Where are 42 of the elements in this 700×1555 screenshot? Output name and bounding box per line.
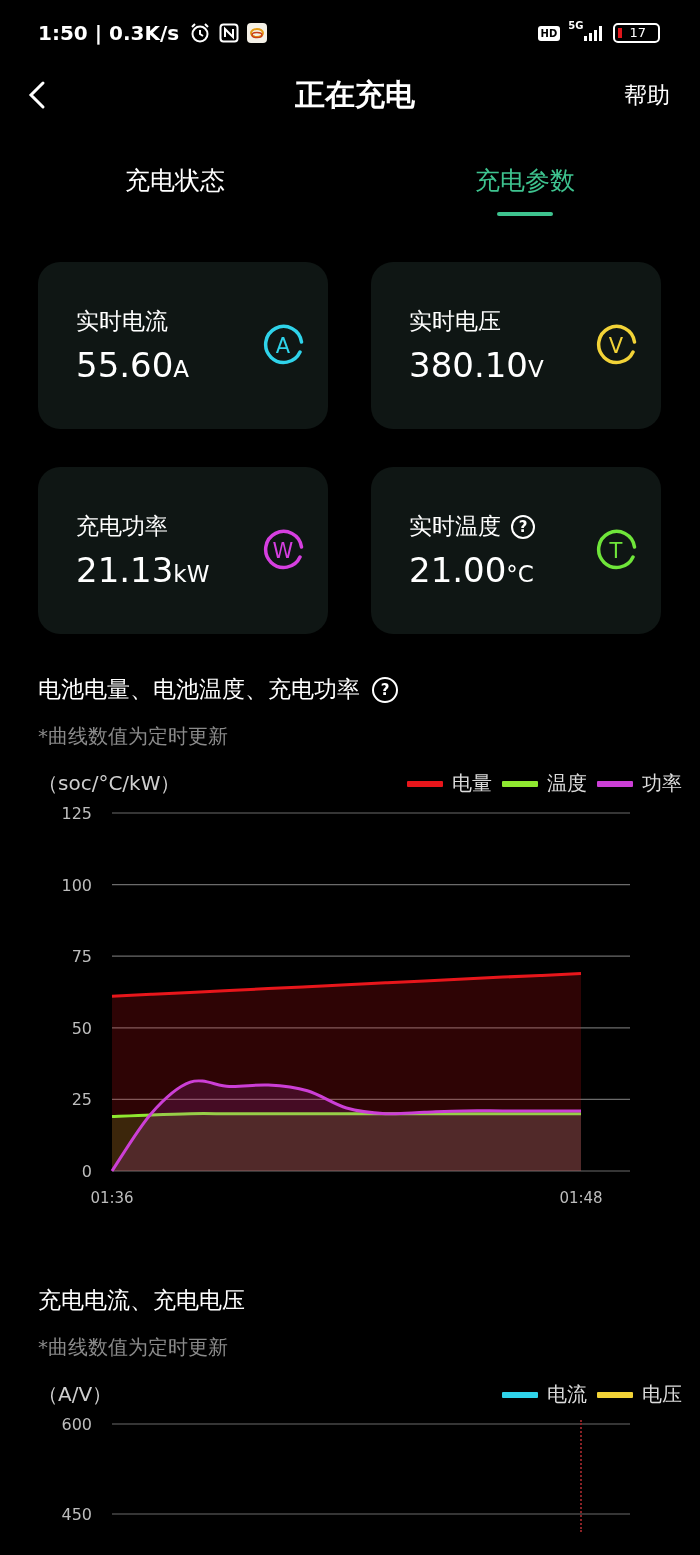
y-tick-label: 450 xyxy=(61,1505,92,1524)
network-label: 5G xyxy=(568,20,584,31)
back-icon[interactable] xyxy=(28,80,46,110)
nfc-icon xyxy=(219,23,240,43)
app-icon xyxy=(247,23,268,43)
metric-label: 实时电压 xyxy=(409,307,501,336)
metric-label: 实时温度 xyxy=(409,512,501,541)
help-icon[interactable]: ? xyxy=(511,514,535,539)
legend-label: 电流 xyxy=(547,1381,587,1408)
help-link[interactable]: 帮助 xyxy=(624,79,670,111)
metric-value: 380.10V xyxy=(409,345,544,385)
tab[interactable]: 充电参数 xyxy=(350,132,700,232)
x-tick-label: 01:36 xyxy=(90,1189,134,1207)
page-title: 正在充电 xyxy=(295,75,415,114)
y-tick-label: 600 xyxy=(61,1415,92,1434)
metric-value: 21.00°C xyxy=(409,550,535,590)
section-title: 充电电流、充电电压 xyxy=(38,1286,245,1315)
metric-label: 充电功率 xyxy=(76,512,168,541)
axis-unit-label: （A/V） xyxy=(38,1381,113,1408)
tab[interactable]: 充电状态 xyxy=(0,132,350,232)
battery-indicator: 17 xyxy=(613,23,660,43)
y-tick-label: 100 xyxy=(61,875,92,895)
y-tick-label: 50 xyxy=(71,1018,92,1038)
y-tick-label: 125 xyxy=(61,804,92,823)
help-icon[interactable]: ? xyxy=(372,676,398,703)
x-tick-label: 01:48 xyxy=(559,1189,603,1207)
section-title: 电池电量、电池温度、充电功率 xyxy=(38,675,360,704)
y-tick-label: 0 xyxy=(81,1162,92,1181)
metric-value: 21.13kW xyxy=(76,550,210,590)
status-time: 1:50 | 0.3K/s xyxy=(38,21,180,45)
metric-label: 实时电流 xyxy=(76,307,168,336)
legend-label: 温度 xyxy=(547,770,587,797)
axis-unit-label: （soc/°C/kW） xyxy=(38,770,181,797)
y-tick-label: 25 xyxy=(71,1090,92,1110)
hd-badge: HD xyxy=(537,25,561,41)
legend-label: 电量 xyxy=(452,770,492,797)
legend-label: 功率 xyxy=(642,770,682,797)
y-tick-label: 75 xyxy=(71,947,92,967)
update-note: *曲线数值为定时更新 xyxy=(37,1334,229,1361)
update-note: *曲线数值为定时更新 xyxy=(37,723,229,750)
legend-label: 电压 xyxy=(642,1381,682,1408)
metric-value: 55.60A xyxy=(76,345,190,385)
